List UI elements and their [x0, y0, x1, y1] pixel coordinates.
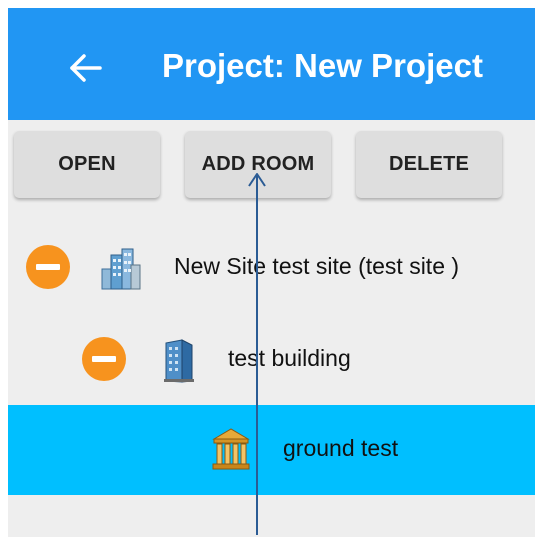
tree-item-label: test building	[228, 345, 351, 371]
app-bar: Project: New Project	[8, 8, 535, 120]
tree-item-site[interactable]: New Site test site (test site )	[8, 223, 535, 313]
site-buildings-icon	[101, 248, 141, 290]
tree-item-label: New Site test site (test site )	[174, 253, 460, 279]
collapse-minus-icon[interactable]	[26, 245, 70, 289]
add-room-button[interactable]: ADD ROOM	[185, 131, 331, 198]
collapse-minus-icon[interactable]	[82, 337, 126, 381]
app-window: Project: New Project OPEN ADD ROOM DELET…	[8, 8, 535, 537]
tree-item-label: ground test	[283, 435, 399, 461]
tree-item-floor[interactable]: ground test	[8, 405, 535, 495]
back-button[interactable]	[66, 48, 106, 88]
floor-columns-icon	[212, 428, 250, 470]
arrow-left-icon	[70, 54, 102, 82]
building-icon	[164, 339, 194, 383]
page-title: Project: New Project	[162, 47, 483, 84]
tree-item-building[interactable]: test building	[8, 315, 535, 405]
open-button[interactable]: OPEN	[14, 131, 160, 198]
delete-button[interactable]: DELETE	[356, 131, 502, 198]
